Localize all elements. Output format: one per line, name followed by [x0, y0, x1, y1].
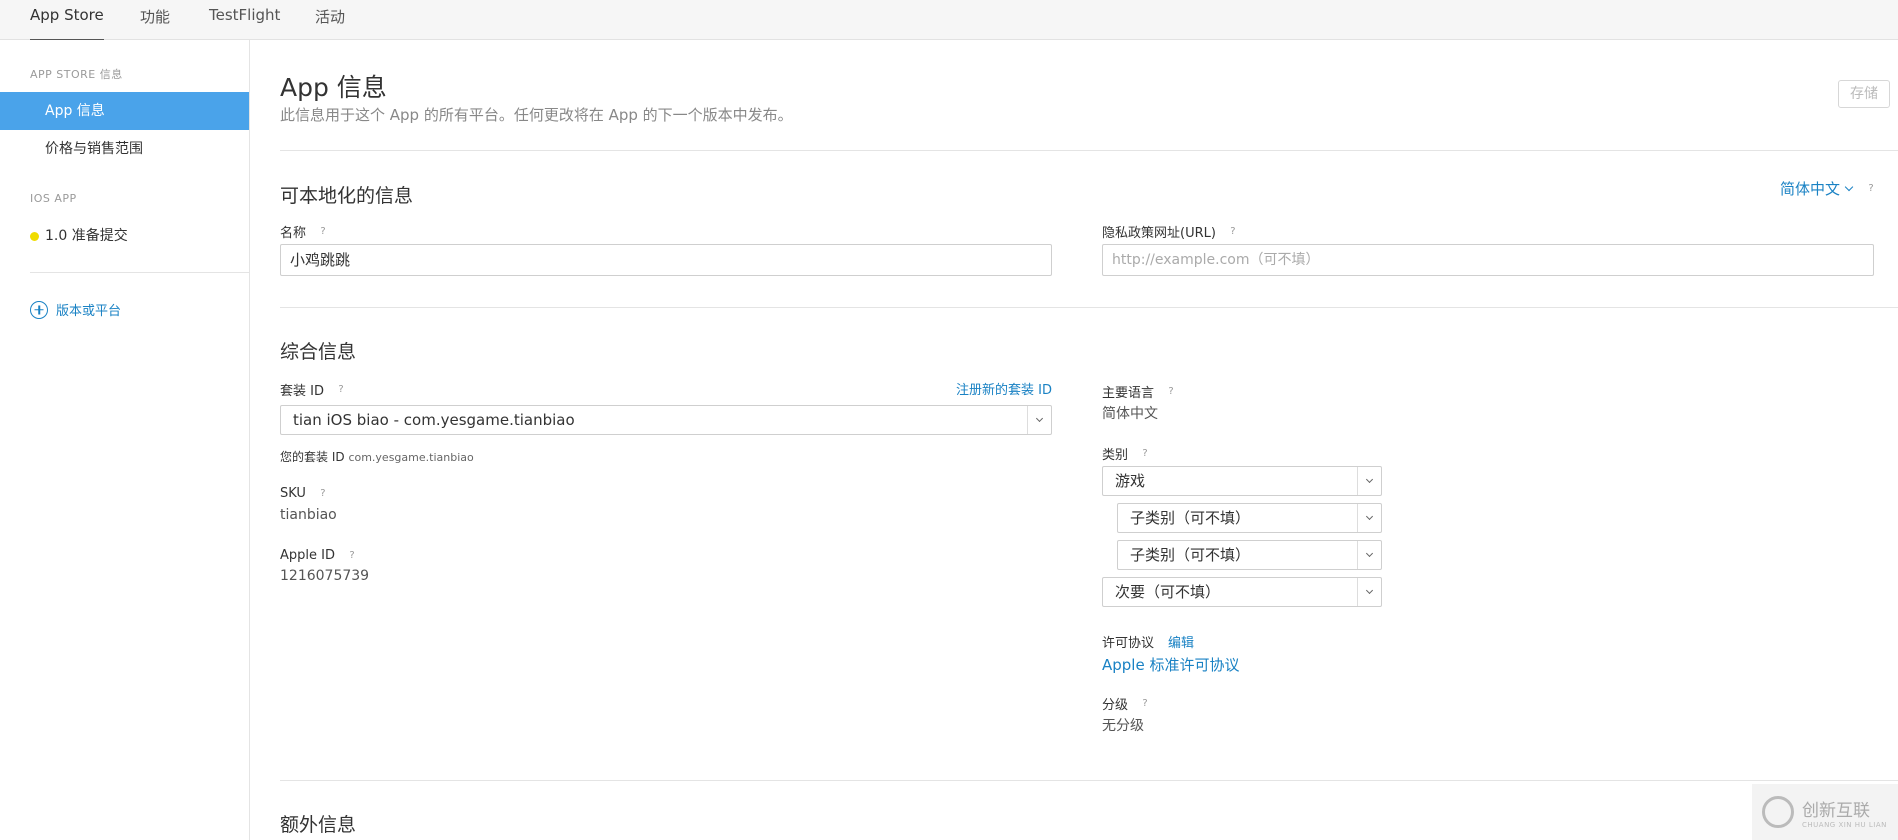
tab-features[interactable]: 功能 [140, 6, 170, 27]
sidebar-divider [30, 272, 249, 273]
your-bundle-id: 您的套装 ID com.yesgame.tianbiao [280, 448, 474, 465]
rating-label: 分级 ? [1102, 694, 1152, 714]
watermark-text: 创新互联 CHUANG XIN HU LIAN [1802, 796, 1887, 829]
top-nav: App Store 功能 TestFlight 活动 [0, 0, 1898, 41]
register-bundle-id-link[interactable]: 注册新的套装 ID [956, 379, 1052, 398]
privacy-url-label: 隐私政策网址(URL) ? [1102, 222, 1240, 242]
category-label-text: 类别 [1102, 448, 1129, 463]
sidebar-item-version-label: 1.0 准备提交 [45, 228, 128, 244]
question-mark-icon[interactable]: ? [1138, 447, 1152, 461]
question-mark-icon[interactable]: ? [345, 549, 359, 563]
question-mark-icon[interactable]: ? [316, 225, 330, 239]
subcategory-1-select[interactable]: 子类别（可不填） [1117, 503, 1382, 533]
license-edit-link[interactable]: 编辑 [1168, 632, 1194, 651]
divider [280, 780, 1898, 781]
name-input[interactable]: 小鸡跳跳 [280, 244, 1052, 276]
chevron-down-icon [1357, 504, 1381, 532]
page-subtitle: 此信息用于这个 App 的所有平台。任何更改将在 App 的下一个版本中发布。 [280, 106, 793, 124]
secondary-category-select[interactable]: 次要（可不填） [1102, 577, 1382, 607]
section-title-extra: 额外信息 [280, 814, 357, 836]
section-title-localizable: 可本地化的信息 [280, 185, 414, 207]
primary-language-label-text: 主要语言 [1102, 386, 1155, 401]
bundle-id-label: 套装 ID ? [280, 380, 348, 400]
apple-id-label-text: Apple ID [280, 548, 335, 563]
primary-language-value: 简体中文 [1102, 406, 1158, 422]
sku-label-text: SKU [280, 486, 306, 501]
add-platform-button[interactable]: 版本或平台 [30, 300, 121, 319]
sidebar: APP STORE 信息 App 信息 价格与销售范围 IOS APP 1.0 … [0, 40, 250, 840]
tab-testflight[interactable]: TestFlight [209, 6, 280, 24]
bundle-id-select-value: tian iOS biao - com.yesgame.tianbiao [293, 411, 575, 429]
privacy-url-input[interactable]: http://example.com（可不填） [1102, 244, 1874, 276]
subcategory-2-value: 子类别（可不填） [1130, 546, 1251, 564]
divider [280, 150, 1898, 151]
main-content: App 信息 此信息用于这个 App 的所有平台。任何更改将在 App 的下一个… [280, 40, 1898, 840]
sidebar-section-app-store: APP STORE 信息 [30, 68, 123, 81]
bundle-id-select[interactable]: tian iOS biao - com.yesgame.tianbiao [280, 405, 1052, 435]
primary-category-value: 游戏 [1115, 472, 1146, 490]
sku-label: SKU ? [280, 486, 330, 501]
section-title-general: 综合信息 [280, 341, 357, 363]
plus-circle-icon [30, 300, 48, 319]
chevron-down-icon [1844, 182, 1854, 191]
license-label-text: 许可协议 [1102, 636, 1155, 651]
sidebar-item-app-info[interactable]: App 信息 [0, 92, 249, 130]
question-mark-icon[interactable]: ? [1164, 385, 1178, 399]
status-dot-icon [30, 232, 39, 241]
page-title: App 信息 [280, 73, 387, 102]
tab-app-store[interactable]: App Store [30, 6, 104, 41]
privacy-url-label-text: 隐私政策网址(URL) [1102, 226, 1216, 241]
apple-id-label: Apple ID ? [280, 548, 359, 563]
sidebar-item-pricing[interactable]: 价格与销售范围 [0, 130, 249, 168]
subcategory-2-select[interactable]: 子类别（可不填） [1117, 540, 1382, 570]
category-label: 类别 ? [1102, 444, 1152, 464]
chevron-down-icon [1027, 406, 1051, 434]
bundle-id-label-text: 套装 ID [280, 384, 324, 399]
your-bundle-id-prefix: 您的套装 ID [280, 450, 345, 464]
add-platform-label: 版本或平台 [56, 304, 122, 319]
sku-value: tianbiao [280, 507, 337, 523]
license-label: 许可协议 编辑 [1102, 632, 1194, 651]
name-label: 名称 ? [280, 222, 330, 242]
question-mark-icon[interactable]: ? [1864, 182, 1878, 196]
divider [280, 307, 1898, 308]
watermark-sub-text: CHUANG XIN HU LIAN [1802, 820, 1887, 829]
question-mark-icon[interactable]: ? [316, 487, 330, 501]
language-selector-label: 简体中文 [1780, 180, 1841, 198]
question-mark-icon[interactable]: ? [334, 383, 348, 397]
watermark-logo: 创新互联 CHUANG XIN HU LIAN [1752, 784, 1898, 840]
sidebar-section-ios-app: IOS APP [30, 192, 77, 205]
chevron-down-icon [1357, 467, 1381, 495]
name-label-text: 名称 [280, 226, 307, 241]
rating-value: 无分级 [1102, 718, 1144, 734]
chevron-down-icon [1357, 541, 1381, 569]
rating-label-text: 分级 [1102, 698, 1129, 713]
save-button[interactable]: 存储 [1838, 80, 1890, 108]
question-mark-icon[interactable]: ? [1226, 225, 1240, 239]
your-bundle-id-value: com.yesgame.tianbiao [348, 451, 474, 464]
language-selector[interactable]: 简体中文 ? [1780, 178, 1878, 199]
question-mark-icon[interactable]: ? [1138, 697, 1152, 711]
sidebar-item-version[interactable]: 1.0 准备提交 [0, 217, 249, 255]
tab-activity[interactable]: 活动 [315, 6, 345, 27]
watermark-icon [1762, 796, 1794, 828]
primary-language-label: 主要语言 ? [1102, 382, 1178, 402]
watermark-main-text: 创新互联 [1802, 800, 1870, 821]
apple-id-value: 1216075739 [280, 568, 370, 584]
chevron-down-icon [1357, 578, 1381, 606]
subcategory-1-value: 子类别（可不填） [1130, 509, 1251, 527]
secondary-category-value: 次要（可不填） [1115, 583, 1221, 601]
license-agreement-link[interactable]: Apple 标准许可协议 [1102, 654, 1239, 675]
primary-category-select[interactable]: 游戏 [1102, 466, 1382, 496]
